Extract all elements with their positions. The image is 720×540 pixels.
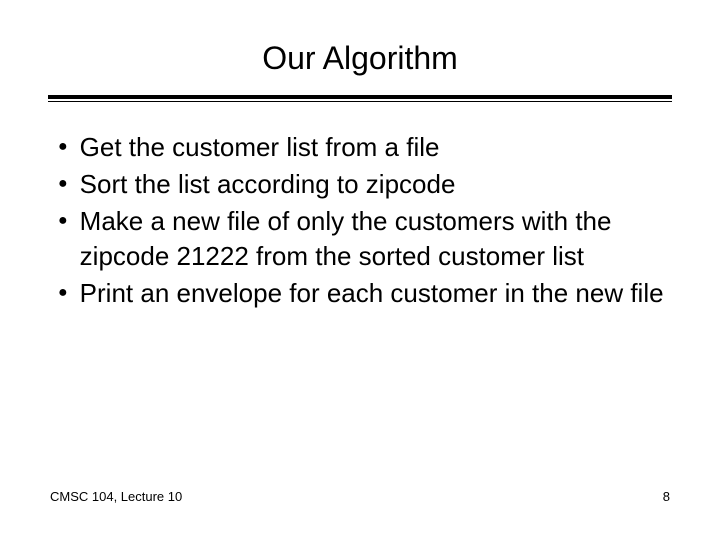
divider-thin [48, 101, 672, 102]
footer: CMSC 104, Lecture 10 8 [48, 489, 672, 510]
page-number: 8 [663, 489, 670, 504]
bullet-icon: ● [58, 130, 68, 164]
bullet-text: Sort the list according to zipcode [80, 167, 666, 202]
list-item: ● Make a new file of only the customers … [54, 204, 666, 274]
bullet-icon: ● [58, 276, 68, 310]
bullet-text: Make a new file of only the customers wi… [80, 204, 666, 274]
content-area: ● Get the customer list from a file ● So… [48, 130, 672, 489]
list-item: ● Print an envelope for each customer in… [54, 276, 666, 311]
bullet-text: Get the customer list from a file [80, 130, 666, 165]
list-item: ● Get the customer list from a file [54, 130, 666, 165]
footer-course: CMSC 104, Lecture 10 [50, 489, 182, 504]
slide-title: Our Algorithm [48, 40, 672, 77]
divider-thick [48, 95, 672, 99]
bullet-text: Print an envelope for each customer in t… [80, 276, 666, 311]
bullet-icon: ● [58, 167, 68, 201]
bullet-icon: ● [58, 204, 68, 238]
slide: Our Algorithm ● Get the customer list fr… [0, 0, 720, 540]
list-item: ● Sort the list according to zipcode [54, 167, 666, 202]
